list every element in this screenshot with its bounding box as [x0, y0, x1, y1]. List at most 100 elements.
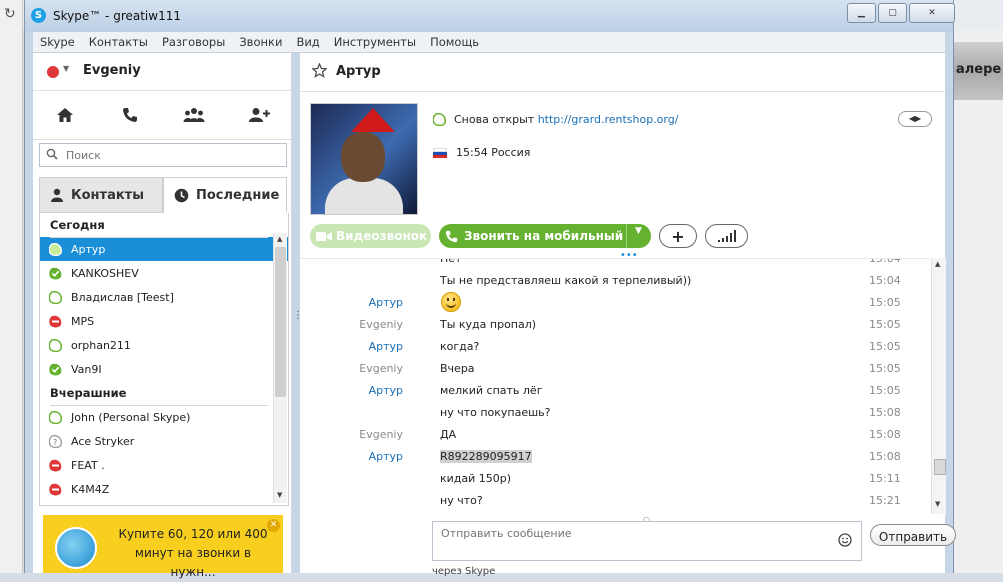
message-text[interactable]: Ты куда пропал)	[440, 318, 536, 331]
contact-item[interactable]: orphan211	[40, 333, 288, 357]
user-name[interactable]: Evgeniy	[83, 63, 141, 78]
profile-pager[interactable]: ◀▶	[898, 111, 932, 127]
contact-status-icon	[48, 458, 62, 472]
message-text[interactable]: Нет	[440, 259, 461, 265]
send-button[interactable]: Отправить	[870, 524, 956, 546]
message-sender[interactable]: Evgeniy	[359, 428, 403, 441]
menu-contacts[interactable]: Контакты	[82, 35, 155, 49]
message-time: 15:04	[869, 258, 901, 265]
menu-help[interactable]: Помощь	[423, 35, 486, 49]
group-icon[interactable]	[179, 100, 209, 130]
call-quality-button[interactable]	[705, 224, 748, 248]
message-text[interactable]: когда?	[440, 340, 479, 353]
contact-item[interactable]: John (Personal Skype)	[40, 405, 288, 429]
chevron-down-icon[interactable]: ▼	[635, 226, 642, 236]
message-time: 15:11	[869, 472, 901, 485]
menu-conversations[interactable]: Разговоры	[155, 35, 232, 49]
emoticon-icon[interactable]	[838, 533, 852, 547]
status-busy-icon[interactable]	[47, 66, 59, 78]
contact-avatar[interactable]	[310, 103, 418, 215]
message-composer[interactable]	[432, 521, 862, 561]
message-time: 15:05	[869, 384, 901, 397]
menu-view[interactable]: Вид	[289, 35, 326, 49]
local-time: 15:54 Россия	[456, 146, 531, 159]
star-icon[interactable]	[312, 63, 327, 78]
contact-item[interactable]: FEAT .	[40, 453, 288, 477]
message-row: ну что покупаешь? 15:08	[300, 403, 930, 423]
message-text[interactable]: ну что?	[440, 494, 483, 507]
scroll-down-icon[interactable]: ▼	[935, 500, 940, 508]
contact-status-icon	[48, 338, 62, 352]
message-time: 15:05	[869, 296, 901, 309]
call-mobile-button[interactable]: Звонить на мобильный ▼	[439, 224, 651, 248]
tab-contacts[interactable]: Контакты	[39, 177, 163, 213]
search-box[interactable]	[39, 143, 287, 167]
message-time: 15:05	[869, 318, 901, 331]
group-header-yesterday: Вчерашние	[50, 386, 127, 400]
menu-skype[interactable]: Skype	[33, 35, 82, 49]
contact-name: Van9I	[71, 362, 102, 376]
maximize-button[interactable]: ▢	[878, 3, 907, 23]
message-text[interactable]: кидай 150р)	[440, 472, 511, 485]
contact-name: FEAT .	[71, 458, 105, 472]
mood-link[interactable]: http://grard.rentshop.org/	[538, 113, 679, 126]
message-text[interactable]: мелкий спать лёг	[440, 384, 542, 397]
message-row: Нет 15:04	[300, 258, 930, 269]
contact-name: orphan211	[71, 338, 131, 352]
refresh-icon[interactable]: ↻	[4, 6, 16, 22]
message-time: 15:05	[869, 362, 901, 375]
add-contact-icon[interactable]	[244, 100, 274, 130]
message-text[interactable]: ДА	[440, 428, 456, 441]
contact-item[interactable]: Владислав [Teest]	[40, 285, 288, 309]
contact-item[interactable]: K4M4Z	[40, 477, 288, 501]
menu-tools[interactable]: Инструменты	[327, 35, 423, 49]
message-text[interactable]: ну что покупаешь?	[440, 406, 551, 419]
contact-name: MPS	[71, 314, 95, 328]
scroll-up-icon[interactable]: ▲	[935, 260, 940, 268]
message-sender[interactable]: Артур	[369, 296, 403, 309]
scroll-up-icon[interactable]: ▲	[277, 235, 282, 243]
message-row: Артур R892289095917 15:08	[300, 447, 930, 467]
message-scrollbar[interactable]: ▲ ▼	[931, 258, 946, 514]
message-text[interactable]: Вчера	[440, 362, 475, 375]
skype-logo-icon: S	[31, 8, 46, 23]
menu-calls[interactable]: Звонки	[232, 35, 289, 49]
contact-list-scrollbar[interactable]: ▲ ▼	[273, 233, 287, 503]
status-row[interactable]: ▼ Evgeniy	[33, 53, 291, 91]
nav-toolbar	[33, 91, 291, 140]
message-input[interactable]	[439, 525, 823, 559]
search-input[interactable]	[64, 146, 283, 164]
home-icon[interactable]	[50, 100, 80, 130]
contact-item[interactable]: KANKOSHEV	[40, 261, 288, 285]
scrollbar-thumb[interactable]	[934, 459, 946, 475]
person-icon	[51, 188, 63, 202]
contact-item[interactable]: ? Ace Stryker	[40, 429, 288, 453]
window-controls: ▁ ▢ ✕	[845, 3, 955, 23]
contact-status-icon: ?	[48, 434, 62, 448]
contact-name: John (Personal Skype)	[71, 410, 191, 424]
scroll-down-icon[interactable]: ▼	[277, 491, 282, 499]
contact-item[interactable]: MPS	[40, 309, 288, 333]
promo-banner[interactable]: Купите 60, 120 или 400 минут на звонки в…	[43, 515, 283, 579]
russia-flag-icon	[433, 148, 447, 158]
phone-icon[interactable]	[115, 100, 145, 130]
contact-item[interactable]: Артур	[40, 237, 288, 261]
promo-text[interactable]: Купите 60, 120 или 400 минут на звонки в…	[113, 525, 273, 582]
video-call-button[interactable]: Видеозвонок	[310, 224, 431, 248]
contact-item[interactable]: Van9I	[40, 357, 288, 381]
tab-recent[interactable]: Последние	[163, 177, 287, 213]
scrollbar-thumb[interactable]	[275, 247, 286, 397]
message-sender[interactable]: Артур	[369, 384, 403, 397]
divider	[50, 237, 268, 238]
message-text[interactable]: R892289095917	[440, 450, 532, 463]
message-sender[interactable]: Evgeniy	[359, 362, 403, 375]
message-sender[interactable]: Артур	[369, 340, 403, 353]
close-button[interactable]: ✕	[909, 3, 955, 23]
chevron-down-icon[interactable]: ▼	[63, 64, 69, 73]
close-icon[interactable]: ✕	[267, 519, 280, 532]
add-to-call-button[interactable]: +	[659, 224, 697, 248]
message-sender[interactable]: Артур	[369, 450, 403, 463]
minimize-button[interactable]: ▁	[847, 3, 876, 23]
message-sender[interactable]: Evgeniy	[359, 318, 403, 331]
message-text[interactable]: Ты не представляеш какой я терпеливый))	[440, 274, 691, 287]
